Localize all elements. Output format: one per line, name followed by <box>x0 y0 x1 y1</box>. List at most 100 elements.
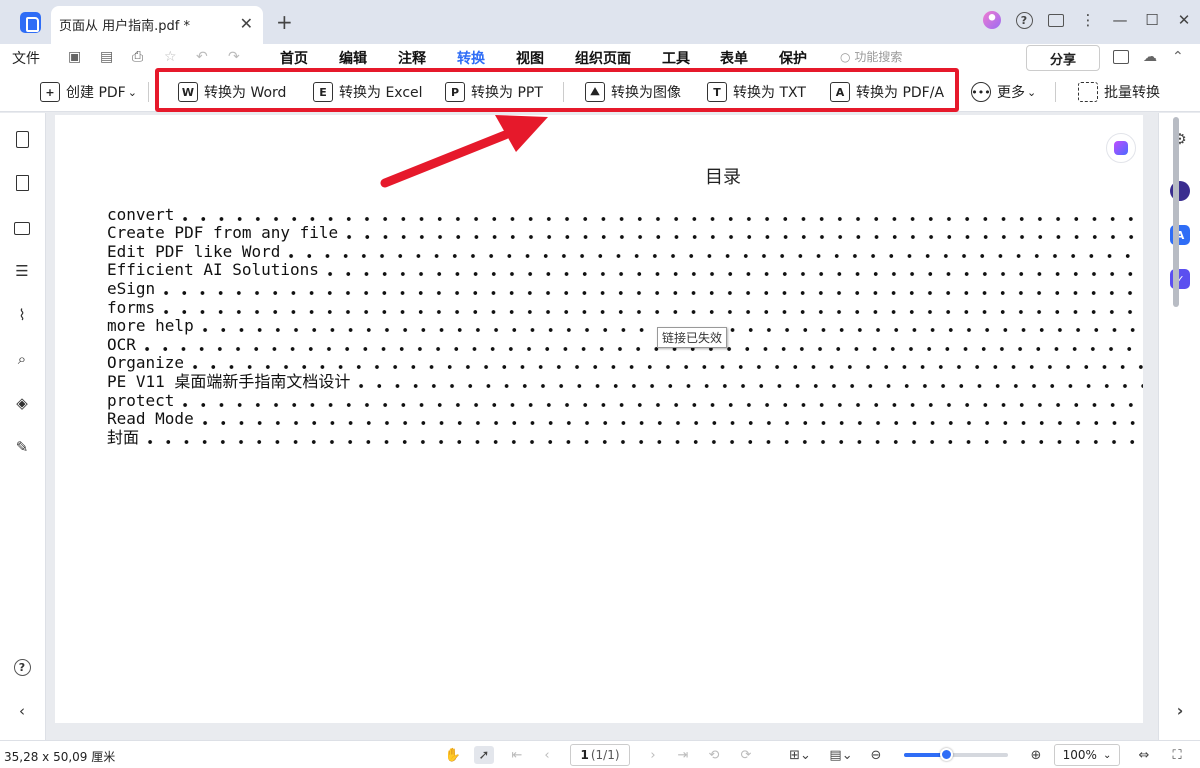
close-tab-icon[interactable]: ✕ <box>240 14 253 33</box>
page-icon <box>15 130 29 148</box>
floating-ai-button[interactable] <box>1106 133 1136 163</box>
chevron-down-icon: ⌄ <box>1027 85 1037 99</box>
minimize-button[interactable]: — <box>1104 4 1136 36</box>
menu-annotate[interactable]: 注释 <box>398 48 426 68</box>
layers-icon[interactable]: ◈ <box>13 394 31 412</box>
help-button[interactable]: ? <box>13 658 31 676</box>
menu-home[interactable]: 首页 <box>280 48 308 68</box>
link-tooltip: 链接已失效 <box>657 327 728 348</box>
feedback-button[interactable] <box>1040 4 1072 36</box>
more-dots-icon: ••• <box>971 82 991 102</box>
hand-tool-icon[interactable]: ✋ <box>444 746 462 764</box>
fit-width-icon[interactable]: ⇔ <box>1135 746 1153 764</box>
help-icon: ? <box>13 658 31 676</box>
comment-icon <box>14 221 30 235</box>
redo-icon[interactable]: ↷ <box>228 49 240 65</box>
pages-panel-button[interactable] <box>13 130 31 148</box>
last-page-icon[interactable]: ⇥ <box>676 746 690 764</box>
zoom-in-icon[interactable]: ⊕ <box>1027 746 1045 764</box>
book-icon[interactable] <box>1113 50 1129 64</box>
document-tab[interactable]: 页面从 用户指南.pdf * ✕ <box>51 6 263 44</box>
toc-item[interactable]: eSign <box>107 279 1143 298</box>
comments-panel-button[interactable] <box>13 219 31 237</box>
bookmarks-panel-button[interactable] <box>13 174 31 192</box>
toc-item[interactable]: convert <box>107 205 1143 224</box>
menu-file[interactable]: 文件 <box>12 48 40 68</box>
menu-view[interactable]: 视图 <box>516 48 544 68</box>
menu-organize[interactable]: 组织页面 <box>575 48 631 68</box>
toc-item[interactable]: Create PDF from any file <box>107 224 1143 243</box>
zoom-slider-handle[interactable] <box>939 748 953 761</box>
status-bar: 35,28 x 50,09 厘米 ✋ ➚ ⇤ ‹ 1 (1/1) › ⇥ ⟲ ⟳… <box>0 740 1200 768</box>
create-pdf-button[interactable]: + 创建 PDF ⌄ <box>40 80 137 104</box>
layers-list-button[interactable]: ☰ <box>13 262 31 280</box>
bookmark-icon <box>15 175 29 191</box>
next-page-icon[interactable]: › <box>646 746 660 764</box>
app-logo-icon <box>20 12 41 33</box>
vertical-scrollbar[interactable] <box>1173 117 1179 307</box>
document-tab-title: 页面从 用户指南.pdf * <box>59 19 190 34</box>
menu-forms[interactable]: 表单 <box>720 48 748 68</box>
toc-item[interactable]: protect <box>107 391 1143 410</box>
expand-right-icon[interactable]: › <box>1170 700 1190 720</box>
menu-convert[interactable]: 转换 <box>457 48 485 68</box>
close-window-button[interactable]: ✕ <box>1168 4 1200 36</box>
maximize-button[interactable]: ☐ <box>1136 4 1168 36</box>
more-options-button[interactable]: ⋮ <box>1072 4 1104 36</box>
pdf-page: 目录 convert Create PDF from any file Edit… <box>55 115 1143 723</box>
fullscreen-icon[interactable]: ⛶ <box>1168 746 1186 764</box>
first-page-icon[interactable]: ⇤ <box>510 746 524 764</box>
chevron-down-icon: ⌄ <box>1102 749 1112 761</box>
zoom-out-icon[interactable]: ⊖ <box>867 746 885 764</box>
star-icon[interactable]: ☆ <box>164 49 177 65</box>
upload-cloud-icon[interactable]: ☁ <box>1143 49 1157 65</box>
share-button[interactable]: 分享 <box>1026 45 1100 71</box>
select-tool-icon[interactable]: ➚ <box>474 746 494 764</box>
help-button[interactable]: ? <box>1008 4 1040 36</box>
save-icon[interactable]: ▣ <box>68 49 81 65</box>
attachment-icon[interactable]: ⌇ <box>13 306 31 324</box>
toc-item[interactable]: Efficient AI Solutions <box>107 261 1143 280</box>
toc-item[interactable]: OCR <box>107 335 1143 354</box>
print-icon[interactable]: ⎙ <box>132 49 143 65</box>
user-avatar[interactable] <box>976 4 1008 36</box>
menu-protect[interactable]: 保护 <box>779 48 807 68</box>
menu-tools[interactable]: 工具 <box>662 48 690 68</box>
page-layout-dropdown[interactable]: ▤ ⌄ <box>828 746 854 764</box>
feature-search-input[interactable]: ○ 功能搜索 <box>840 48 902 65</box>
page-fit-dropdown[interactable]: ⊞ ⌄ <box>787 746 813 764</box>
batch-convert-button[interactable]: 批量转换 <box>1078 80 1160 104</box>
more-button[interactable]: ••• 更多 ⌄ <box>971 80 1036 104</box>
zoom-level-select[interactable]: 100% ⌄ <box>1054 744 1120 766</box>
page-number-input[interactable]: 1 (1/1) <box>570 744 630 766</box>
previous-page-icon[interactable]: ‹ <box>540 746 554 764</box>
save-as-icon[interactable]: ▤ <box>100 49 113 65</box>
chevron-down-icon: ⌄ <box>800 747 811 763</box>
toc-item[interactable]: forms <box>107 298 1143 317</box>
toc-item[interactable]: Read Mode <box>107 410 1143 429</box>
search-placeholder: 功能搜索 <box>854 50 903 64</box>
toc-item[interactable]: Organize <box>107 354 1143 373</box>
toc-item[interactable]: more help <box>107 317 1143 336</box>
chevron-down-icon: ⌄ <box>127 85 137 99</box>
toc-item[interactable]: Edit PDF like Word <box>107 242 1143 261</box>
batch-convert-label: 批量转换 <box>1104 85 1160 101</box>
search-icon: ○ <box>840 50 851 64</box>
undo-icon[interactable]: ↶ <box>196 49 208 65</box>
rotate-right-icon[interactable]: ⟳ <box>738 746 754 764</box>
create-pdf-icon: + <box>40 82 60 102</box>
toc-item[interactable]: PE V11 桌面端新手指南文档设计 <box>107 372 1143 391</box>
menu-edit[interactable]: 编辑 <box>339 48 367 68</box>
collapse-left-icon[interactable]: ‹ <box>13 702 31 720</box>
rotate-left-icon[interactable]: ⟲ <box>706 746 722 764</box>
signature-icon[interactable]: ✎ <box>13 438 31 456</box>
collapse-ribbon-icon[interactable]: ⌃ <box>1172 49 1184 65</box>
toc-item[interactable]: 封面 <box>107 428 1143 447</box>
chevron-down-icon: ⌄ <box>841 747 853 763</box>
new-tab-button[interactable]: + <box>276 10 293 34</box>
left-sidebar: ☰ ⌇ ⌕ ◈ ✎ ? ‹ <box>0 113 46 740</box>
toc-title: 目录 <box>705 167 741 188</box>
zoom-slider[interactable] <box>904 748 1008 761</box>
search-icon[interactable]: ⌕ <box>13 350 31 368</box>
right-sidebar: ⚙ A ✓ › <box>1158 113 1200 740</box>
